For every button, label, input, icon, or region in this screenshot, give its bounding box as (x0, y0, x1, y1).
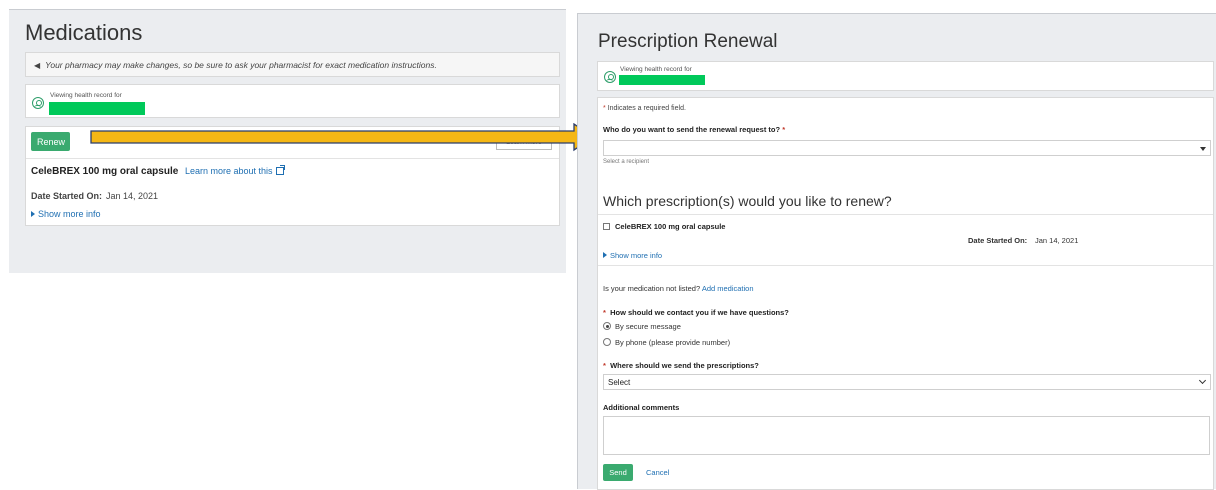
radio-phone-label: By phone (please provide number) (615, 338, 731, 347)
renew-button[interactable]: Renew (31, 132, 70, 151)
recipient-question: Who do you want to send the renewal requ… (603, 125, 785, 134)
recipient-question-text: Who do you want to send the renewal requ… (603, 125, 781, 134)
caret-right-icon (603, 252, 607, 258)
required-star: * (782, 125, 786, 134)
date-started-label: Date Started On: (968, 236, 1028, 245)
radio-secure-message-label: By secure message (615, 322, 681, 331)
radio-phone[interactable] (603, 338, 611, 346)
not-listed-row: Is your medication not listed? Add medic… (603, 284, 754, 293)
medication-checkbox[interactable] (603, 223, 610, 230)
chevron-down-icon (1198, 376, 1207, 385)
medication-name: CeleBREX 100 mg oral capsule (615, 222, 726, 231)
pharmacy-select-value: Select (608, 378, 631, 387)
prescription-renewal-panel: Prescription Renewal Viewing health reco… (577, 13, 1216, 490)
section-title: Which prescription(s) would you like to … (603, 193, 892, 209)
notice-text: Your pharmacy may make changes, so be su… (45, 60, 437, 70)
not-listed-text: Is your medication not listed? (603, 284, 701, 293)
pharmacy-question: * Where should we send the prescriptions… (603, 361, 759, 370)
required-note: * Indicates a required field. (603, 105, 686, 112)
caret-down-icon (1200, 147, 1206, 151)
medication-name: CeleBREX 100 mg oral capsule (31, 166, 179, 177)
person-icon (32, 97, 44, 109)
renewal-form: * Indicates a required field. Who do you… (597, 97, 1214, 490)
date-started-value: Jan 14, 2021 (1035, 236, 1079, 245)
comments-label: Additional comments (603, 403, 680, 412)
recipient-select[interactable] (603, 140, 1211, 156)
contact-question-text: How should we contact you if we have que… (610, 308, 789, 317)
required-note-text: Indicates a required field. (607, 105, 686, 112)
show-more-info-link[interactable]: Show more info (603, 251, 662, 260)
date-started-value: Jan 14, 2021 (106, 191, 159, 201)
contact-question: * How should we contact you if we have q… (603, 308, 789, 317)
show-more-text: Show more info (38, 209, 101, 219)
page-title: Prescription Renewal (598, 31, 778, 52)
pharmacy-question-text: Where should we send the prescriptions? (610, 361, 759, 370)
person-icon (604, 71, 616, 83)
viewing-record-card: Viewing health record for (25, 84, 560, 118)
cancel-link[interactable]: Cancel (646, 468, 669, 477)
learn-more-link-text: Learn more about this (185, 166, 273, 176)
redacted-name (49, 102, 145, 115)
date-started-label: Date Started On: (31, 191, 103, 201)
required-star: * (603, 105, 606, 112)
show-more-info-link[interactable]: Show more info (31, 209, 101, 219)
send-button[interactable]: Send (603, 464, 633, 481)
viewing-label: Viewing health record for (50, 92, 122, 99)
recipient-hint: Select a recipient (603, 159, 650, 165)
pharmacy-select[interactable]: Select (603, 374, 1211, 390)
add-medication-link[interactable]: Add medication (702, 284, 754, 293)
medication-row: CeleBREX 100 mg oral capsule Date Starte… (598, 214, 1213, 266)
redacted-name (619, 75, 705, 85)
required-star: * (603, 308, 606, 317)
arrow-icon (90, 123, 595, 152)
page-title: Medications (25, 20, 143, 45)
megaphone-icon: ◀ (34, 61, 41, 70)
viewing-label: Viewing health record for (620, 66, 692, 73)
external-link-icon (275, 165, 285, 175)
show-more-text: Show more info (610, 251, 663, 260)
comments-textarea[interactable] (603, 416, 1210, 455)
required-star: * (603, 361, 606, 370)
caret-right-icon (31, 211, 35, 217)
divider (26, 158, 559, 159)
radio-secure-message[interactable] (603, 322, 611, 330)
pharmacy-notice: ◀ Your pharmacy may make changes, so be s… (25, 52, 560, 77)
learn-more-link[interactable]: Learn more about this (185, 165, 285, 176)
viewing-record-card: Viewing health record for (597, 61, 1214, 91)
